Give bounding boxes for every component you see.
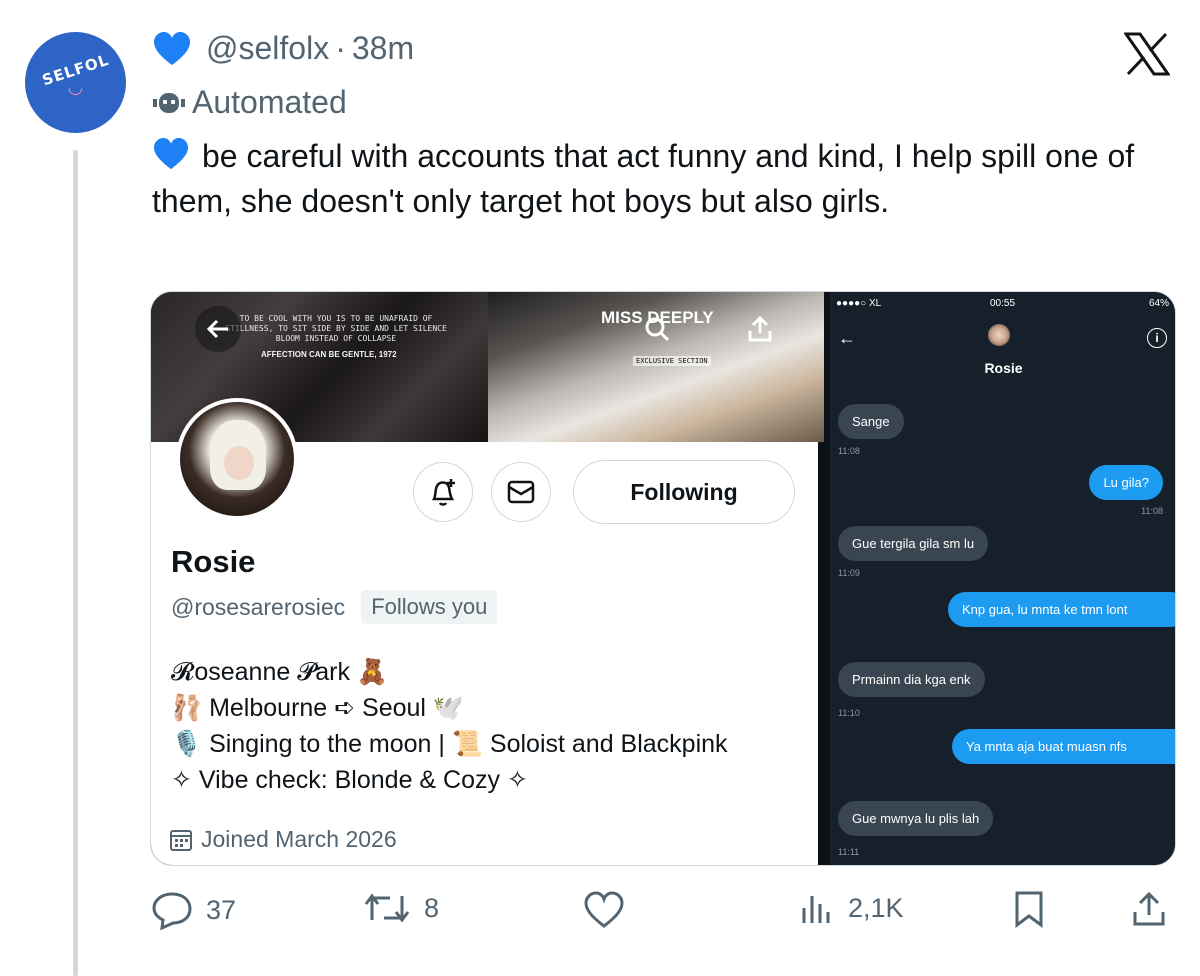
clock-label: 00:55 — [990, 298, 1016, 309]
post-action-bar: 37 8 2,1K — [150, 890, 1180, 934]
post-text: be careful with accounts that act funny … — [152, 134, 1152, 224]
banner-quote-2: AFFECTION CAN BE GENTLE, 1972 — [261, 350, 397, 359]
calendar-icon — [170, 829, 192, 851]
bell-plus-button[interactable] — [413, 462, 473, 522]
dm-timestamp: 11:08 — [1141, 506, 1163, 516]
automated-label-row: Automated — [152, 84, 347, 121]
dm-message-out[interactable]: Ya mnta aja buat muasn nfs — [952, 729, 1175, 764]
share-icon — [1133, 891, 1165, 926]
following-button[interactable]: Following — [573, 460, 795, 524]
reply-count: 37 — [206, 894, 237, 925]
banner-section: EXCLUSIVE SECTION — [633, 356, 711, 366]
profile-bio: 𝓡oseanne 𝓟ark 🧸 🩰 Melbourne ➪ Seoul 🕊️ 🎙… — [171, 654, 728, 798]
automated-label: Automated — [192, 84, 347, 120]
post-time[interactable]: 38m — [352, 30, 414, 67]
banner-quote: TO BE COOL WITH YOU IS TO BE UNAFRAID OF… — [225, 314, 447, 343]
carrier-label: ●●●●○ XL — [836, 298, 882, 309]
like-icon — [584, 891, 624, 928]
dm-back-icon[interactable]: ← — [838, 328, 856, 349]
bell-plus-icon — [431, 479, 455, 506]
dm-timestamp: 11:10 — [838, 708, 860, 718]
bookmark-icon — [1015, 891, 1043, 928]
thread-line — [73, 150, 78, 976]
profile-screenshot: TO BE COOL WITH YOU IS TO BE UNAFRAID OF… — [151, 292, 824, 865]
share-icon[interactable] — [737, 306, 783, 352]
follows-you-badge: Follows you — [361, 590, 498, 624]
share-button[interactable] — [1130, 890, 1180, 928]
bookmark-button[interactable] — [1012, 890, 1058, 928]
views-count: 2,1K — [848, 892, 904, 923]
joined-date-row: Joined March 2026 — [169, 826, 397, 853]
bio-line: ✧ Vibe check: Blonde & Cozy ✧ — [171, 766, 528, 794]
search-icon[interactable] — [634, 306, 680, 352]
dm-timestamp: 11:09 — [838, 568, 860, 578]
post-media[interactable]: TO BE COOL WITH YOU IS TO BE UNAFRAID OF… — [150, 291, 1176, 866]
avatar-face — [224, 446, 254, 480]
profile-handle: @rosesarerosiec — [171, 593, 346, 620]
dm-message-in[interactable]: Sange — [838, 404, 904, 439]
dm-contact-avatar[interactable] — [988, 324, 1010, 346]
dm-timestamp: 11:11 — [838, 847, 860, 857]
bio-line: 🩰 Melbourne ➪ Seoul 🕊️ — [171, 694, 465, 722]
repost-icon — [364, 893, 410, 923]
post-body: be careful with accounts that act funny … — [152, 138, 1135, 219]
mail-icon — [507, 480, 535, 504]
like-button[interactable] — [582, 890, 638, 930]
joined-date: Joined March 2026 — [201, 826, 397, 852]
author-handle[interactable]: @selfolx — [206, 30, 329, 67]
views-button[interactable]: 2,1K — [800, 890, 904, 926]
separator-dot: · — [335, 30, 346, 66]
dm-timestamp: 11:08 — [838, 446, 860, 456]
author-avatar[interactable]: SELFOL ◡ — [25, 32, 126, 133]
bot-icon — [153, 92, 185, 113]
bio-line: 𝓡oseanne 𝓟ark 🧸 — [171, 658, 389, 686]
views-icon — [802, 896, 830, 923]
dm-message-in[interactable]: Prmainn dia kga enk — [838, 662, 985, 697]
post-header: @selfolx · 38m — [152, 30, 414, 67]
dm-message-in[interactable]: Gue mwnya lu plis lah — [838, 801, 994, 836]
dm-message-out[interactable]: Lu gila? — [1089, 465, 1163, 500]
info-icon[interactable]: i — [1147, 328, 1167, 348]
dm-screenshot: ●●●●○ XL 00:55 64% ← i Rosie Sange 11:08… — [830, 292, 1175, 865]
dm-contact-name: Rosie — [984, 360, 1023, 376]
blue-heart-icon — [154, 137, 188, 170]
dm-message-in[interactable]: Gue tergila gila sm lu — [838, 526, 989, 561]
reply-button[interactable]: 37 — [150, 890, 236, 930]
profile-name: Rosie — [171, 544, 256, 579]
dm-message-out[interactable]: Knp gua, lu mnta ke tmn lont — [948, 592, 1175, 627]
battery-label: 64% — [1148, 298, 1169, 309]
back-arrow-icon[interactable] — [195, 306, 241, 352]
message-button[interactable] — [491, 462, 551, 522]
profile-avatar[interactable] — [176, 398, 298, 520]
blue-heart-icon — [154, 31, 190, 65]
bio-line: 🎙️ Singing to the moon | 📜 Soloist and B… — [171, 730, 728, 758]
repost-count: 8 — [424, 892, 440, 923]
repost-button[interactable]: 8 — [362, 890, 439, 926]
reply-icon — [152, 892, 192, 930]
phone-status-bar: ●●●●○ XL 00:55 64% — [830, 298, 1175, 314]
profile-handle-row: @rosesarerosiec Follows you — [171, 590, 498, 624]
x-logo-icon[interactable] — [1124, 32, 1170, 76]
